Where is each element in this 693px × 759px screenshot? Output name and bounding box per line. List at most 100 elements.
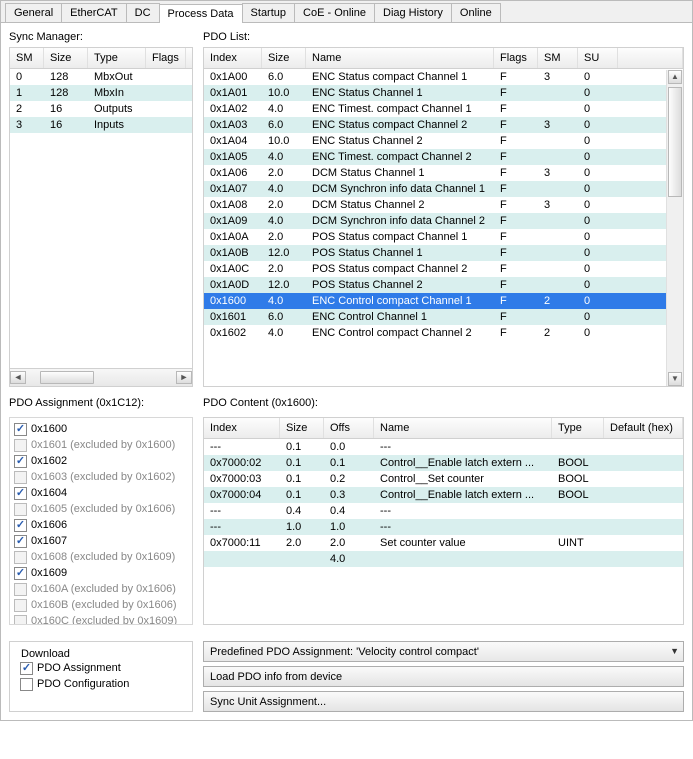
table-row[interactable]: 216Outputs <box>10 101 192 117</box>
column-header[interactable]: Offs <box>324 418 374 438</box>
column-header[interactable]: SM <box>10 48 44 68</box>
tab-online[interactable]: Online <box>451 3 501 22</box>
column-header[interactable]: SM <box>538 48 578 68</box>
sync-unit-button[interactable]: Sync Unit Assignment... <box>203 691 684 712</box>
table-row[interactable]: 0x1A036.0ENC Status compact Channel 2F30 <box>204 117 666 133</box>
pdo-content-list[interactable]: IndexSizeOffsNameTypeDefault (hex) ---0.… <box>203 417 684 625</box>
download-option[interactable]: PDO Assignment <box>18 660 184 676</box>
checkbox[interactable] <box>14 519 27 532</box>
list-item: 0x160A (excluded by 0x1606) <box>12 581 190 597</box>
tab-diag-history[interactable]: Diag History <box>374 3 452 22</box>
checkbox[interactable] <box>14 535 27 548</box>
table-row[interactable]: 0x16024.0ENC Control compact Channel 2F2… <box>204 325 666 341</box>
tab-general[interactable]: General <box>5 3 62 22</box>
table-row[interactable]: 0x1A0110.0ENC Status Channel 1F0 <box>204 85 666 101</box>
checkbox-label: 0x160C (excluded by 0x1609) <box>31 615 177 625</box>
table-row[interactable]: 0x1A0410.0ENC Status Channel 2F0 <box>204 133 666 149</box>
table-row[interactable]: 0x7000:030.10.2Control__Set counterBOOL <box>204 471 683 487</box>
list-item: 0x160C (excluded by 0x1609) <box>12 613 190 625</box>
table-row[interactable]: 316Inputs <box>10 117 192 133</box>
table-row[interactable]: 0x1A0C2.0POS Status compact Channel 2F0 <box>204 261 666 277</box>
download-option[interactable]: PDO Configuration <box>18 676 184 692</box>
column-header[interactable]: Index <box>204 48 262 68</box>
predefined-pdo-text: Predefined PDO Assignment: 'Velocity con… <box>210 646 479 658</box>
pdo-list[interactable]: IndexSizeNameFlagsSMSU 0x1A006.0ENC Stat… <box>203 47 684 387</box>
column-header[interactable]: Flags <box>494 48 538 68</box>
checkbox-label: PDO Configuration <box>37 678 129 690</box>
column-header[interactable]: Name <box>306 48 494 68</box>
sync-manager-list[interactable]: SMSizeTypeFlags 0128MbxOut1128MbxIn216Ou… <box>9 47 193 387</box>
column-header[interactable]: Index <box>204 418 280 438</box>
table-row[interactable]: 0x1A006.0ENC Status compact Channel 1F30 <box>204 69 666 85</box>
scroll-down-icon[interactable]: ▼ <box>668 372 682 386</box>
horizontal-scrollbar[interactable]: ◄ ► <box>10 368 192 386</box>
table-row[interactable]: ---1.01.0--- <box>204 519 683 535</box>
column-header[interactable]: Name <box>374 418 552 438</box>
column-header[interactable]: SU <box>578 48 618 68</box>
scroll-right-icon[interactable]: ► <box>176 371 192 384</box>
table-row[interactable]: 0x1A082.0DCM Status Channel 2F30 <box>204 197 666 213</box>
column-header[interactable]: Size <box>280 418 324 438</box>
checkbox[interactable] <box>14 455 27 468</box>
column-header[interactable]: Type <box>552 418 604 438</box>
table-row[interactable]: 0x7000:020.10.1Control__Enable latch ext… <box>204 455 683 471</box>
column-header[interactable]: Type <box>88 48 146 68</box>
tab-ethercat[interactable]: EtherCAT <box>61 3 126 22</box>
table-row[interactable]: 0x7000:040.10.3Control__Enable latch ext… <box>204 487 683 503</box>
table-row[interactable]: ---0.40.4--- <box>204 503 683 519</box>
list-item[interactable]: 0x1609 <box>12 565 190 581</box>
table-row[interactable]: 0x1A0A2.0POS Status compact Channel 1F0 <box>204 229 666 245</box>
table-row[interactable]: 0x7000:112.02.0Set counter valueUINT <box>204 535 683 551</box>
list-item[interactable]: 0x1602 <box>12 453 190 469</box>
table-row[interactable]: 0x1A0D12.0POS Status Channel 2F0 <box>204 277 666 293</box>
table-row[interactable]: 0x16004.0ENC Control compact Channel 1F2… <box>204 293 666 309</box>
predefined-pdo-combo[interactable]: Predefined PDO Assignment: 'Velocity con… <box>203 641 684 662</box>
checkbox[interactable] <box>14 423 27 436</box>
table-row[interactable]: 0x1A074.0DCM Synchron info data Channel … <box>204 181 666 197</box>
checkbox[interactable] <box>20 678 33 691</box>
checkbox-label: 0x1607 <box>31 535 67 547</box>
table-row[interactable]: 0x1A024.0ENC Timest. compact Channel 1F0 <box>204 101 666 117</box>
scroll-thumb-vertical[interactable] <box>668 87 682 197</box>
scroll-thumb[interactable] <box>40 371 94 384</box>
table-row[interactable]: 0x1A062.0DCM Status Channel 1F30 <box>204 165 666 181</box>
checkbox[interactable] <box>14 567 27 580</box>
table-row[interactable]: 0x1A054.0ENC Timest. compact Channel 2F0 <box>204 149 666 165</box>
load-pdo-button[interactable]: Load PDO info from device <box>203 666 684 687</box>
checkbox <box>14 551 27 564</box>
list-item: 0x160B (excluded by 0x1606) <box>12 597 190 613</box>
list-item[interactable]: 0x1607 <box>12 533 190 549</box>
checkbox[interactable] <box>20 662 33 675</box>
table-row[interactable]: 1128MbxIn <box>10 85 192 101</box>
column-header[interactable]: Size <box>262 48 306 68</box>
tab-process-data[interactable]: Process Data <box>159 4 243 23</box>
list-item[interactable]: 0x1600 <box>12 421 190 437</box>
tab-startup[interactable]: Startup <box>242 3 295 22</box>
pdo-assignment-list[interactable]: 0x1600 0x1601 (excluded by 0x1600) 0x1602 0… <box>9 417 193 625</box>
scroll-up-icon[interactable]: ▲ <box>668 70 682 84</box>
table-row[interactable]: 0x1A094.0DCM Synchron info data Channel … <box>204 213 666 229</box>
tab-coe-online[interactable]: CoE - Online <box>294 3 375 22</box>
chevron-down-icon: ▼ <box>670 646 679 656</box>
checkbox-label: 0x160A (excluded by 0x1606) <box>31 583 176 595</box>
list-item[interactable]: 0x1606 <box>12 517 190 533</box>
table-row[interactable]: 0128MbxOut <box>10 69 192 85</box>
checkbox-label: PDO Assignment <box>37 662 121 674</box>
column-header[interactable]: Default (hex) <box>604 418 683 438</box>
table-row[interactable]: 4.0 <box>204 551 683 567</box>
checkbox-label: 0x1606 <box>31 519 67 531</box>
table-row[interactable]: ---0.10.0--- <box>204 439 683 455</box>
checkbox-label: 0x1601 (excluded by 0x1600) <box>31 439 175 451</box>
tab-dc[interactable]: DC <box>126 3 160 22</box>
table-row[interactable]: 0x16016.0ENC Control Channel 1F0 <box>204 309 666 325</box>
list-item: 0x1608 (excluded by 0x1609) <box>12 549 190 565</box>
vertical-scrollbar[interactable]: ▲ ▼ <box>666 70 683 386</box>
column-header[interactable]: Size <box>44 48 88 68</box>
checkbox[interactable] <box>14 487 27 500</box>
list-item[interactable]: 0x1604 <box>12 485 190 501</box>
download-group: Download PDO AssignmentPDO Configuration <box>9 641 193 712</box>
scroll-left-icon[interactable]: ◄ <box>10 371 26 384</box>
table-row[interactable]: 0x1A0B12.0POS Status Channel 1F0 <box>204 245 666 261</box>
checkbox-label: 0x1604 <box>31 487 67 499</box>
column-header[interactable]: Flags <box>146 48 186 68</box>
